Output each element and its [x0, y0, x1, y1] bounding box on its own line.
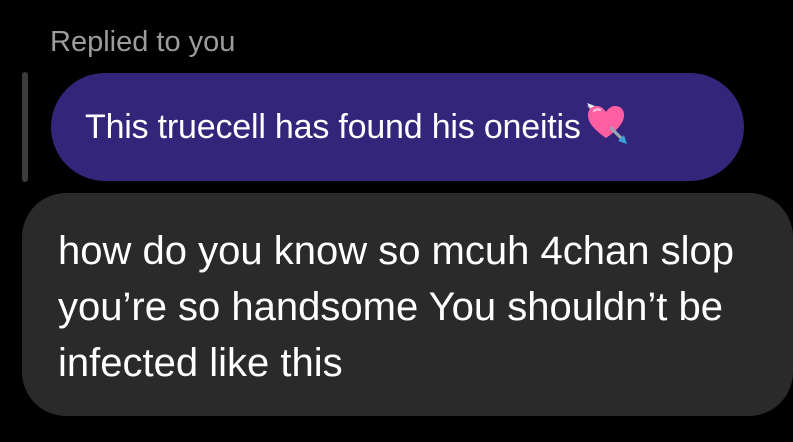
reply-caption: Replied to you: [50, 26, 236, 58]
message-bubble[interactable]: how do you know so mcuh 4chan slop you’r…: [22, 193, 793, 416]
reply-indicator-bar: [22, 72, 28, 182]
heart-with-arrow-icon: [583, 100, 629, 146]
message-text: how do you know so mcuh 4chan slop you’r…: [58, 229, 734, 385]
quoted-message-bubble[interactable]: This truecell has found his oneitis: [51, 73, 744, 181]
quoted-message-text: This truecell has found his oneitis: [85, 107, 581, 146]
